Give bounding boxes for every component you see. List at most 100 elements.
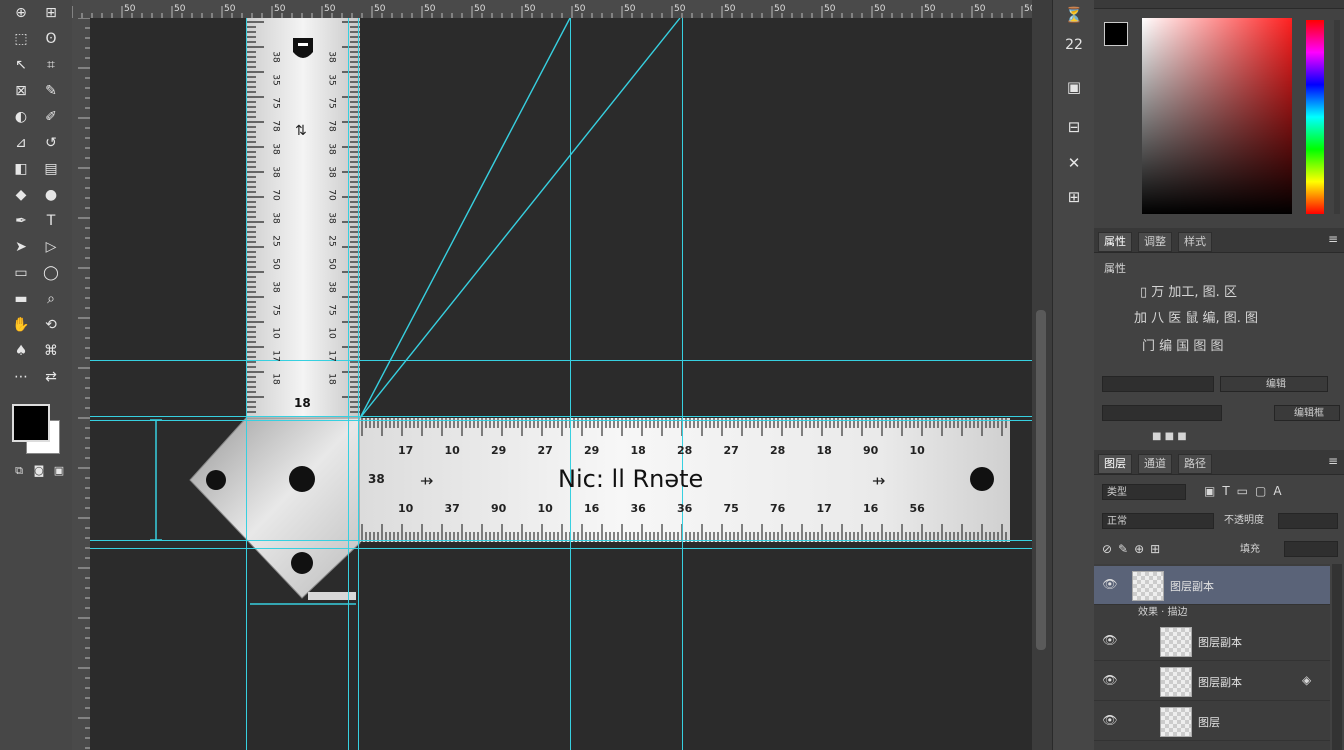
- tab-channels[interactable]: 通道: [1138, 454, 1172, 474]
- eye-icon[interactable]: 👁: [1102, 713, 1118, 727]
- layer-row-4[interactable]: 👁 图层: [1094, 702, 1330, 741]
- layers-scrollbar[interactable]: [1332, 564, 1342, 750]
- guide-vertical-4[interactable]: [570, 18, 571, 750]
- layer-row-3[interactable]: 👁 图层副本 ◈: [1094, 662, 1330, 701]
- edit-toolbar-icon[interactable]: ⋯: [8, 366, 34, 388]
- gradient-tool-icon[interactable]: ▤: [38, 158, 64, 180]
- hand-tool-icon[interactable]: ✋: [8, 314, 34, 336]
- dodge-tool-icon[interactable]: ●: [38, 184, 64, 206]
- rotate-view-tool-icon[interactable]: ⟲: [38, 314, 64, 336]
- guide-vertical-3[interactable]: [358, 18, 359, 750]
- guide-horizontal-1[interactable]: [90, 360, 1032, 361]
- blur-tool-icon[interactable]: ◆: [8, 184, 34, 206]
- shape-tool-icon[interactable]: ▭: [8, 262, 34, 284]
- history-brush-tool-icon[interactable]: ↺: [38, 132, 64, 154]
- info-icon[interactable]: ▣: [1059, 72, 1089, 102]
- note-tool-icon[interactable]: ♠: [8, 340, 34, 362]
- tab-styles[interactable]: 样式: [1178, 232, 1212, 252]
- layers-menu-icon[interactable]: ≡: [1328, 454, 1338, 468]
- tab-adjustments[interactable]: 调整: [1138, 232, 1172, 252]
- layer-row-2[interactable]: 👁 图层副本: [1094, 622, 1330, 661]
- vertical-arm-number: 10: [270, 327, 281, 339]
- top-ruler-label: 50: [374, 4, 386, 14]
- quick-select-tool-icon[interactable]: ↖: [8, 54, 34, 76]
- arm-bottom-number: 76: [770, 502, 786, 515]
- guide-horizontal-2[interactable]: [90, 416, 1032, 417]
- color-panel-scroll[interactable]: [1334, 20, 1340, 214]
- scrollbar-thumb[interactable]: [1036, 310, 1046, 650]
- top-ruler-label: 50: [574, 4, 586, 14]
- zoom-level-label[interactable]: 22: [1059, 30, 1089, 60]
- brush-tool-icon[interactable]: ✐: [38, 106, 64, 128]
- screen-mode-icon[interactable]: ▣: [46, 460, 72, 482]
- zoom-tool-icon[interactable]: ⌕: [38, 288, 64, 310]
- blend-mode-dropdown[interactable]: 正常: [1102, 513, 1214, 529]
- clone-tool-icon[interactable]: ⊿: [8, 132, 34, 154]
- layer-filter-dropdown[interactable]: 类型: [1102, 484, 1186, 500]
- tab-properties[interactable]: 属性: [1098, 232, 1132, 252]
- vertical-arm-number: 10: [326, 327, 337, 339]
- vertical-ruler[interactable]: [72, 18, 91, 750]
- document-canvas[interactable]: ⇸ ⇸ ⇅ Nic: ll Rnəte 38 18 17 10 29 27 29 18 28…: [90, 18, 1032, 750]
- properties-button-2[interactable]: 编辑框: [1274, 405, 1340, 421]
- vertical-arm-number: 75: [326, 97, 337, 109]
- pen-tool-icon[interactable]: ✒: [8, 210, 34, 232]
- arrow-mark-left: ⇸: [420, 471, 433, 490]
- count-tool-icon[interactable]: ⌘: [38, 340, 64, 362]
- layer-row-1[interactable]: 👁 图层副本: [1094, 566, 1330, 605]
- tab-paths[interactable]: 路径: [1178, 454, 1212, 474]
- lasso-tool-icon[interactable]: ʘ: [38, 28, 64, 50]
- properties-field-1[interactable]: [1102, 376, 1214, 392]
- swap-colors-icon[interactable]: ⇄: [38, 366, 64, 388]
- vertical-arm-number: 38: [270, 281, 281, 293]
- fill-label: 填充: [1240, 544, 1260, 555]
- lock-icons[interactable]: ⊘✎⊕⊞: [1102, 542, 1166, 556]
- guide-horizontal-4[interactable]: [90, 540, 1032, 541]
- path-select-tool-icon[interactable]: ➤: [8, 236, 34, 258]
- color-fg-swatch[interactable]: [1104, 22, 1128, 46]
- color-picker-field[interactable]: [1142, 18, 1292, 214]
- eye-icon[interactable]: 👁: [1102, 673, 1118, 687]
- vertical-arm-number: 70: [270, 189, 281, 201]
- paths-icon[interactable]: ⊞: [1059, 182, 1089, 212]
- top-ruler-label: 50: [474, 4, 486, 14]
- move-tool-icon[interactable]: ⊕: [8, 2, 34, 24]
- panel-menu-icon[interactable]: ≡: [1328, 232, 1338, 246]
- rectangle-tool-icon[interactable]: ▬: [8, 288, 34, 310]
- diagonal-guide-2: [359, 18, 681, 419]
- properties-field-2[interactable]: [1102, 405, 1222, 421]
- guide-vertical-1[interactable]: [246, 18, 247, 750]
- history-icon[interactable]: ⏳: [1059, 0, 1089, 30]
- layer-fx-icon[interactable]: ◈: [1302, 673, 1311, 687]
- crop-tool-icon[interactable]: ⌗: [38, 54, 64, 76]
- hue-slider[interactable]: [1306, 20, 1324, 214]
- foreground-color-swatch[interactable]: [12, 404, 50, 442]
- fill-field[interactable]: [1284, 541, 1338, 557]
- properties-panel-tabs: 属性 调整 样式 ≡: [1094, 228, 1344, 253]
- direct-select-tool-icon[interactable]: ▷: [38, 236, 64, 258]
- vertical-arm-number: 35: [326, 74, 337, 86]
- artboard-tool-icon[interactable]: ⊞: [38, 2, 64, 24]
- guide-vertical-5[interactable]: [682, 18, 683, 750]
- eye-icon[interactable]: 👁: [1102, 633, 1118, 647]
- eraser-tool-icon[interactable]: ◧: [8, 158, 34, 180]
- guide-horizontal-5[interactable]: [90, 548, 1032, 549]
- vertical-arm-number: 75: [270, 97, 281, 109]
- frame-tool-icon[interactable]: ⊠: [8, 80, 34, 102]
- eyedropper-tool-icon[interactable]: ✎: [38, 80, 64, 102]
- spot-heal-tool-icon[interactable]: ◐: [8, 106, 34, 128]
- guide-vertical-2[interactable]: [348, 18, 349, 750]
- corner-hole-left: [206, 470, 226, 490]
- horizontal-ruler[interactable]: 5050505050505050505050505050505050505050: [72, 0, 1032, 19]
- opacity-field[interactable]: [1278, 513, 1338, 529]
- properties-button-1[interactable]: 编辑: [1220, 376, 1328, 392]
- layer-filter-icons[interactable]: ▣T▭▢A: [1204, 484, 1289, 498]
- marquee-tool-icon[interactable]: ⬚: [8, 28, 34, 50]
- type-tool-icon[interactable]: T: [38, 210, 64, 232]
- adjust-icon[interactable]: ✕: [1059, 148, 1089, 178]
- tab-layers[interactable]: 图层: [1098, 454, 1132, 474]
- eye-icon[interactable]: 👁: [1102, 577, 1118, 591]
- ellipse-tool-icon[interactable]: ◯: [38, 262, 64, 284]
- guide-horizontal-3[interactable]: [90, 420, 1032, 421]
- properties-icon[interactable]: ⊟: [1059, 112, 1089, 142]
